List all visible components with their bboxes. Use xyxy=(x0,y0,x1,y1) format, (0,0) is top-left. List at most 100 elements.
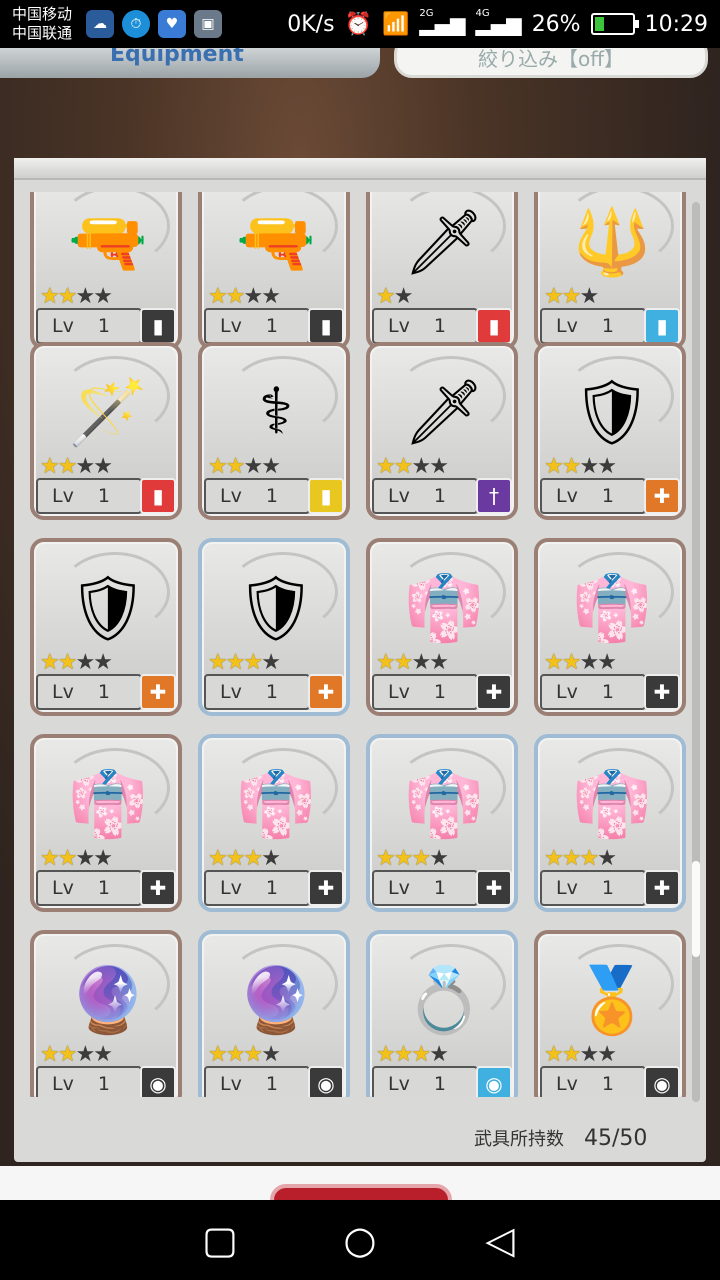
panel-top-bar xyxy=(14,158,706,180)
equipment-card[interactable]: 🔫 ★★★★ Lv 1 ▮ xyxy=(30,192,182,350)
level-value: 1 xyxy=(433,315,446,337)
star-empty-icon: ★ xyxy=(579,650,599,675)
level-bar: Lv 1 xyxy=(204,478,310,514)
accessory-type-icon: ◉ xyxy=(308,1066,344,1097)
navigation-bar: ▢ ○ ◁ xyxy=(0,1200,720,1280)
back-icon[interactable]: ◁ xyxy=(470,1218,530,1262)
star-filled-icon: ★ xyxy=(243,1042,263,1067)
scrollbar-track[interactable] xyxy=(692,202,700,1102)
equipment-card[interactable]: ⚕ ★★★★ Lv 1 ▮ xyxy=(198,342,350,520)
recents-icon[interactable]: ▢ xyxy=(190,1218,250,1262)
star-filled-icon: ★ xyxy=(544,454,564,479)
star-filled-icon: ★ xyxy=(561,1042,582,1067)
fire-type-icon: ▮ xyxy=(476,308,512,344)
gallery-app-icon: ▣ xyxy=(194,10,222,38)
filter-button[interactable]: 絞り込み【off】 xyxy=(394,48,708,78)
rarity-stars: ★★★★ xyxy=(544,846,617,871)
star-filled-icon: ★ xyxy=(393,454,414,479)
level-value: 1 xyxy=(601,1073,614,1095)
level-label: Lv xyxy=(52,877,74,899)
level-bar: Lv 1 xyxy=(36,478,142,514)
level-label: Lv xyxy=(556,485,578,507)
rifle-icon: 🔫 xyxy=(68,205,148,280)
wifi-icon: 📶 xyxy=(381,11,410,37)
rarity-stars: ★★★ xyxy=(544,284,599,309)
star-empty-icon: ★ xyxy=(75,1042,95,1067)
star-empty-icon: ★ xyxy=(93,284,113,309)
scrollbar-thumb[interactable] xyxy=(692,861,700,958)
equipment-card[interactable]: 👘 ★★★★ Lv 1 ✚ xyxy=(534,538,686,716)
equipment-card[interactable]: 🛡 ★★★★ Lv 1 ✚ xyxy=(198,538,350,716)
star-filled-icon: ★ xyxy=(208,846,228,871)
rarity-stars: ★★★★ xyxy=(376,846,449,871)
star-filled-icon: ★ xyxy=(393,650,414,675)
star-empty-icon: ★ xyxy=(261,650,281,675)
rifle-icon: 🔫 xyxy=(236,205,316,280)
bottom-red-button[interactable] xyxy=(270,1184,452,1200)
star-filled-icon: ★ xyxy=(225,846,246,871)
equipment-card[interactable]: 👘 ★★★★ Lv 1 ✚ xyxy=(30,734,182,912)
star-empty-icon: ★ xyxy=(429,1042,449,1067)
star-filled-icon: ★ xyxy=(40,846,60,871)
spear-icon: 🗡 xyxy=(403,205,485,280)
star-empty-icon: ★ xyxy=(93,1042,113,1067)
equipment-card[interactable]: 👘 ★★★★ Lv 1 ✚ xyxy=(366,538,518,716)
star-filled-icon: ★ xyxy=(579,846,599,871)
star-filled-icon: ★ xyxy=(411,1042,431,1067)
equipment-card[interactable]: 🗡 ★★★★ Lv 1 † xyxy=(366,342,518,520)
armor-type-icon: ✚ xyxy=(644,478,680,514)
level-bar: Lv 1 xyxy=(36,1066,142,1097)
level-bar: Lv 1 xyxy=(204,674,310,710)
level-value: 1 xyxy=(265,1073,278,1095)
equipment-card[interactable]: 👘 ★★★★ Lv 1 ✚ xyxy=(366,734,518,912)
star-empty-icon: ★ xyxy=(261,1042,281,1067)
level-label: Lv xyxy=(388,315,410,337)
star-filled-icon: ★ xyxy=(561,454,582,479)
level-bar: Lv 1 xyxy=(540,870,646,906)
star-empty-icon: ★ xyxy=(579,1042,599,1067)
equipment-card[interactable]: 🗡 ★★ Lv 1 ▮ xyxy=(366,192,518,350)
armor-type-icon: ✚ xyxy=(308,870,344,906)
rarity-stars: ★★★★ xyxy=(544,1042,617,1067)
equipment-card[interactable]: 💍 ★★★★ Lv 1 ◉ xyxy=(366,930,518,1097)
level-label: Lv xyxy=(52,315,74,337)
equipment-card[interactable]: 👘 ★★★★ Lv 1 ✚ xyxy=(534,734,686,912)
star-filled-icon: ★ xyxy=(243,650,263,675)
star-empty-icon: ★ xyxy=(261,284,281,309)
equipment-card[interactable]: 🛡 ★★★★ Lv 1 ✚ xyxy=(534,342,686,520)
star-filled-icon: ★ xyxy=(208,650,228,675)
equipment-card[interactable]: 🔮 ★★★★ Lv 1 ◉ xyxy=(30,930,182,1097)
gold-armor-icon: 🛡 xyxy=(571,375,653,450)
star-empty-icon: ★ xyxy=(75,846,95,871)
level-bar: Lv 1 xyxy=(540,674,646,710)
star-empty-icon: ★ xyxy=(93,650,113,675)
count-label: 武具所持数 xyxy=(474,1129,564,1150)
star-filled-icon: ★ xyxy=(243,846,263,871)
light-type-icon: ▮ xyxy=(308,478,344,514)
star-filled-icon: ★ xyxy=(561,284,582,309)
level-bar: Lv 1 xyxy=(204,308,310,344)
equipment-card[interactable]: 🔱 ★★★ Lv 1 ▮ xyxy=(534,192,686,350)
equipment-grid[interactable]: 🔫 ★★★★ Lv 1 ▮ 🔫 ★★★★ Lv 1 ▮ 🗡 ★★ Lv 1 ▮ 🔱 ★★★ Lv 1 ▮ 🪄 ★★★★ Lv… xyxy=(30,192,690,1097)
gold-medal-icon: 🏅 xyxy=(572,963,652,1038)
equipment-card[interactable]: 👘 ★★★★ Lv 1 ✚ xyxy=(198,734,350,912)
carrier-1: 中国移动 xyxy=(12,5,73,23)
level-value: 1 xyxy=(265,681,278,703)
equipment-card[interactable]: 🪄 ★★★★ Lv 1 ▮ xyxy=(30,342,182,520)
home-icon[interactable]: ○ xyxy=(330,1218,390,1262)
equipment-card[interactable]: 🔮 ★★★★ Lv 1 ◉ xyxy=(198,930,350,1097)
rarity-stars: ★★★★ xyxy=(376,1042,449,1067)
level-bar: Lv 1 xyxy=(204,870,310,906)
star-filled-icon: ★ xyxy=(208,454,228,479)
star-empty-icon: ★ xyxy=(597,1042,617,1067)
star-empty-icon: ★ xyxy=(579,284,599,309)
equipment-card[interactable]: 🛡 ★★★★ Lv 1 ✚ xyxy=(30,538,182,716)
equipment-card[interactable]: 🏅 ★★★★ Lv 1 ◉ xyxy=(534,930,686,1097)
glaive-icon: 🗡 xyxy=(403,375,485,450)
level-value: 1 xyxy=(601,485,614,507)
equipment-card[interactable]: 🔫 ★★★★ Lv 1 ▮ xyxy=(198,192,350,350)
health-app-icon: ♥ xyxy=(158,10,186,38)
star-filled-icon: ★ xyxy=(57,650,78,675)
level-label: Lv xyxy=(556,315,578,337)
battery-icon xyxy=(590,13,639,35)
